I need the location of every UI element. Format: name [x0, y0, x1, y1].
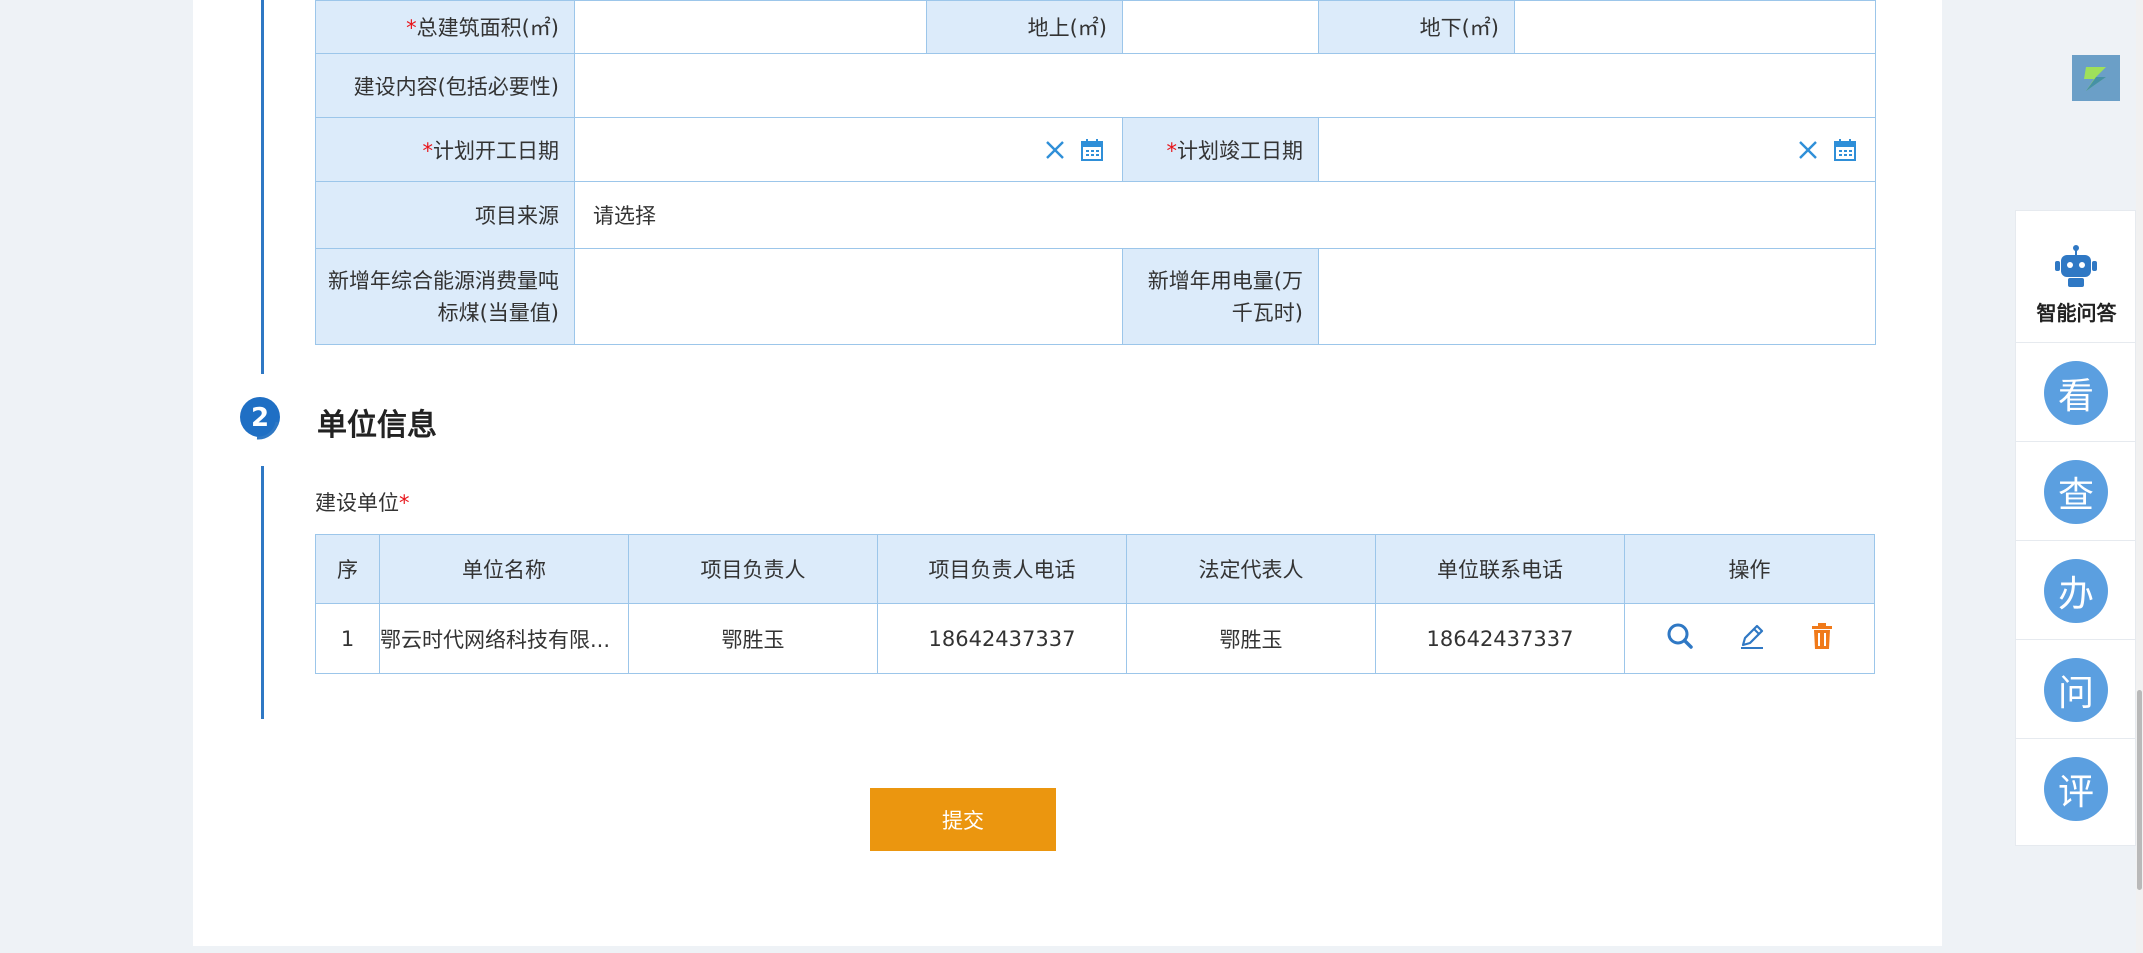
col-header-phone: 单位联系电话: [1375, 534, 1625, 604]
above-ground-input[interactable]: [1122, 0, 1319, 54]
sidebar-item-ask[interactable]: 问: [2016, 639, 2137, 739]
content-input[interactable]: [574, 53, 1876, 118]
unit-table: 序 单位名称 项目负责人 项目负责人电话 法定代表人 单位联系电话 操作 1 鄂…: [315, 534, 1875, 674]
sidebar-item-look[interactable]: 看: [2016, 342, 2137, 442]
start-date-label: *计划开工日期: [315, 117, 575, 182]
delete-icon[interactable]: [1810, 622, 1834, 655]
section-title: 单位信息: [317, 408, 437, 443]
check-circle: 查: [2044, 460, 2108, 524]
cell-leader: 鄂胜玉: [628, 603, 878, 674]
cell-actions: [1624, 603, 1875, 674]
cell-legal-rep: 鄂胜玉: [1126, 603, 1376, 674]
power-label: 新增年用电量(万千瓦时): [1122, 248, 1319, 345]
rate-circle: 评: [2044, 757, 2108, 821]
col-header-index: 序: [315, 534, 380, 604]
cell-unit-name: 鄂云时代网络科技有限...: [379, 603, 629, 674]
col-header-actions: 操作: [1624, 534, 1875, 604]
clear-icon[interactable]: [1044, 139, 1066, 161]
section-line-1: [261, 0, 264, 374]
look-circle: 看: [2044, 361, 2108, 425]
finish-date-input[interactable]: [1318, 117, 1876, 182]
cell-phone: 18642437337: [1375, 603, 1625, 674]
sidebar-item-handle[interactable]: 办: [2016, 540, 2137, 640]
table-header-row: 序 单位名称 项目负责人 项目负责人电话 法定代表人 单位联系电话 操作: [315, 534, 1875, 604]
finish-date-label: *计划竣工日期: [1122, 117, 1319, 182]
energy-input[interactable]: [574, 248, 1123, 345]
smart-qa-label[interactable]: 智能问答: [2016, 297, 2137, 326]
sidebar-item-check[interactable]: 查: [2016, 441, 2137, 541]
start-date-input[interactable]: [574, 117, 1123, 182]
section-number: 2: [251, 403, 269, 433]
clear-icon[interactable]: [1797, 139, 1819, 161]
robot-icon[interactable]: [2052, 245, 2100, 289]
energy-label: 新增年综合能源消费量吨标煤(当量值): [315, 248, 575, 345]
below-ground-label: 地下(㎡): [1318, 0, 1515, 54]
col-header-legal-rep: 法定代表人: [1126, 534, 1376, 604]
section-number-badge: 2: [240, 397, 280, 440]
below-ground-input[interactable]: [1514, 0, 1876, 54]
app-logo-icon[interactable]: [2072, 55, 2120, 101]
source-label: 项目来源: [315, 181, 575, 249]
edit-icon[interactable]: [1738, 622, 1766, 655]
total-area-label: *总建筑面积(㎡): [315, 0, 575, 54]
content-label: 建设内容(包括必要性): [315, 53, 575, 118]
total-area-input[interactable]: [574, 0, 927, 54]
handle-circle: 办: [2044, 559, 2108, 623]
cell-leader-phone: 18642437337: [877, 603, 1127, 674]
above-ground-label: 地上(㎡): [926, 0, 1123, 54]
project-form-table: *总建筑面积(㎡) 地上(㎡) 地下(㎡) 建设内容(包括必要性) *计划开工日…: [315, 0, 1876, 345]
table-row: 1 鄂云时代网络科技有限... 鄂胜玉 18642437337 鄂胜玉 1864…: [315, 603, 1875, 674]
power-input[interactable]: [1318, 248, 1876, 345]
ask-circle: 问: [2044, 658, 2108, 722]
col-header-leader-phone: 项目负责人电话: [877, 534, 1127, 604]
calendar-icon[interactable]: [1833, 138, 1857, 162]
col-header-leader: 项目负责人: [628, 534, 878, 604]
scrollbar-thumb[interactable]: [2137, 690, 2142, 890]
construction-unit-label: 建设单位*: [315, 491, 410, 515]
calendar-icon[interactable]: [1080, 138, 1104, 162]
view-icon[interactable]: [1666, 622, 1694, 655]
section-line-2: [261, 466, 264, 719]
cell-index: 1: [315, 603, 380, 674]
submit-button[interactable]: 提交: [870, 788, 1056, 851]
sidebar-item-rate[interactable]: 评: [2016, 738, 2137, 838]
source-select[interactable]: 请选择: [574, 181, 1876, 249]
smart-sidebar: 智能问答 看 查 办 问 评: [2015, 210, 2137, 846]
col-header-unit-name: 单位名称: [379, 534, 629, 604]
